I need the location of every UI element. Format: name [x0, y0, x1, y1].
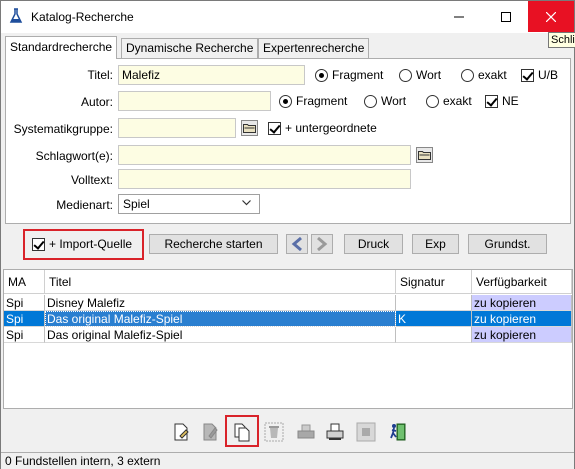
chevron-left-icon: [291, 237, 302, 251]
cell-verfuegbarkeit: zu kopieren: [472, 327, 572, 343]
tab-expertenrecherche[interactable]: Expertenrecherche: [258, 38, 370, 58]
grundst-button[interactable]: Grundst.: [468, 234, 547, 254]
edit-icon: [203, 423, 218, 441]
title-bar: Katalog-Recherche: [1, 1, 574, 33]
medienart-select[interactable]: Spiel: [118, 194, 260, 214]
titel-ub-checkbox[interactable]: U/B: [521, 68, 558, 82]
minimize-button[interactable]: [436, 1, 482, 32]
trash-icon: [264, 422, 284, 442]
window-title: Katalog-Recherche: [31, 10, 134, 24]
column-header-verfuegbarkeit[interactable]: Verfügbarkeit: [472, 270, 572, 294]
medienart-label: Medienart:: [56, 198, 113, 212]
edit-document-button[interactable]: [198, 420, 222, 444]
cell-ma: Spi: [4, 295, 45, 311]
volltext-label: Volltext:: [70, 173, 113, 187]
schlagwort-browse-button[interactable]: [416, 147, 433, 163]
table-row-selected[interactable]: Spi Das original Malefiz-Spiel K zu kopi…: [4, 311, 572, 327]
close-tooltip: Schließen: [548, 32, 575, 48]
cell-titel: Das original Malefiz-Spiel: [45, 327, 396, 343]
folder-icon: [243, 124, 256, 133]
exp-button[interactable]: Exp: [412, 234, 459, 254]
print-preview-button[interactable]: [323, 420, 347, 444]
copy-document-button[interactable]: [230, 420, 254, 444]
import-quelle-checkbox[interactable]: + Import-Quelle: [32, 237, 132, 251]
maximize-button[interactable]: [483, 1, 529, 32]
autor-fragment-radio[interactable]: Fragment: [279, 94, 347, 108]
systematik-browse-button[interactable]: [241, 120, 258, 136]
status-bar: 0 Fundstellen intern, 3 extern: [1, 452, 574, 469]
druck-button[interactable]: Druck: [344, 234, 403, 254]
cell-signatur: [396, 327, 472, 343]
tab-standardrecherche[interactable]: Standardrecherche: [5, 36, 118, 59]
katalog-recherche-window: Katalog-Recherche Schließen Standardrech…: [0, 0, 575, 469]
exit-button[interactable]: [386, 420, 410, 444]
flask-icon: [9, 8, 23, 23]
volltext-input[interactable]: [118, 169, 411, 189]
titel-wort-radio[interactable]: Wort: [399, 68, 441, 82]
cell-verfuegbarkeit: zu kopieren: [472, 295, 572, 311]
exit-door-icon: [390, 423, 406, 441]
systematik-input[interactable]: [118, 118, 236, 138]
titel-label: Titel:: [87, 68, 113, 82]
autor-input[interactable]: [118, 91, 271, 111]
close-icon: [546, 11, 556, 22]
recherche-starten-button[interactable]: Recherche starten: [149, 234, 278, 254]
systematik-label: Systematikgruppe:: [13, 122, 113, 136]
maximize-icon: [501, 11, 511, 22]
next-button[interactable]: [311, 234, 333, 254]
printer-icon: [297, 424, 315, 439]
copy-icon: [234, 423, 250, 442]
search-form: Titel: Malefiz Fragment Wort exakt U/B A…: [5, 58, 571, 224]
chevron-down-icon: [242, 200, 251, 206]
print-preview-icon: [326, 423, 344, 440]
titel-exakt-radio[interactable]: exakt: [461, 68, 507, 82]
new-document-button[interactable]: [169, 420, 193, 444]
folder-icon: [418, 151, 431, 160]
minimize-icon: [454, 16, 464, 17]
cell-titel: Disney Malefiz: [45, 295, 396, 311]
autor-wort-radio[interactable]: Wort: [364, 94, 406, 108]
autor-exakt-radio[interactable]: exakt: [426, 94, 472, 108]
table-row[interactable]: Spi Disney Malefiz zu kopieren: [4, 295, 572, 311]
stop-button[interactable]: [354, 420, 378, 444]
cell-ma: Spi: [4, 311, 45, 327]
new-document-icon: [174, 423, 189, 441]
column-header-titel[interactable]: Titel: [45, 270, 396, 294]
close-button[interactable]: [528, 1, 574, 32]
previous-button[interactable]: [286, 234, 308, 254]
stop-icon: [356, 422, 376, 442]
autor-label: Autor:: [80, 95, 113, 109]
schlagwort-input[interactable]: [118, 145, 411, 165]
column-header-ma[interactable]: MA: [4, 270, 45, 294]
autor-ne-checkbox[interactable]: NE: [485, 94, 519, 108]
results-table: MA Titel Signatur Verfügbarkeit Spi Disn…: [3, 269, 573, 409]
delete-button[interactable]: [262, 420, 286, 444]
titel-fragment-radio[interactable]: Fragment: [315, 68, 383, 82]
column-header-signatur[interactable]: Signatur: [396, 270, 472, 294]
untergeordnete-checkbox[interactable]: + untergeordnete: [268, 121, 377, 135]
tab-dynamische-recherche[interactable]: Dynamische Recherche: [121, 38, 259, 58]
titel-input[interactable]: Malefiz: [118, 65, 305, 85]
schlagwort-label: Schlagwort(e):: [35, 149, 113, 163]
medienart-value: Spiel: [123, 197, 150, 211]
cell-verfuegbarkeit: zu kopieren: [472, 311, 572, 327]
chevron-right-icon: [317, 237, 328, 251]
cell-signatur: [396, 295, 472, 311]
cell-ma: Spi: [4, 327, 45, 343]
print-button[interactable]: [294, 420, 318, 444]
table-row[interactable]: Spi Das original Malefiz-Spiel zu kopier…: [4, 327, 572, 343]
cell-signatur: K: [396, 311, 472, 327]
cell-titel: Das original Malefiz-Spiel: [45, 311, 396, 327]
